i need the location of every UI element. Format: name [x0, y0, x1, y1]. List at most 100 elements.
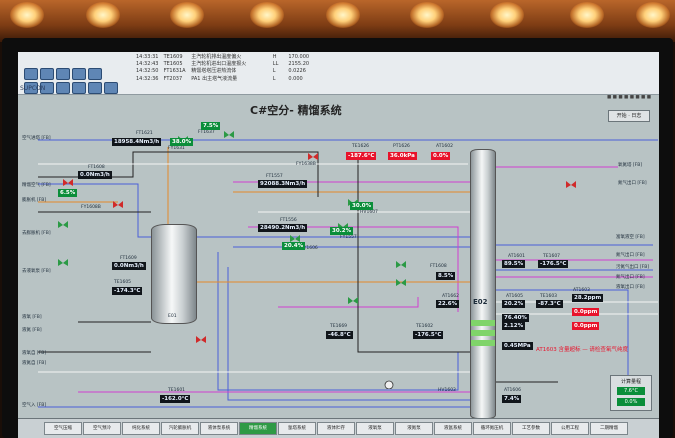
nav-phase2-distillation[interactable]: 二期精馏 [590, 422, 628, 435]
analyzer-value[interactable]: 0.0ppm [572, 308, 600, 316]
pressure-value[interactable]: 36.0kPa [388, 152, 417, 160]
tag-label: FT1608 [430, 264, 447, 269]
nav-turbo-expander[interactable]: 汽轮膨胀机 [161, 422, 199, 435]
pump-icon[interactable] [384, 380, 394, 389]
control-valve-icon[interactable] [58, 258, 68, 267]
nav-liquid-argon[interactable]: 液氩系统 [434, 422, 472, 435]
stream-label: 去膨胀机 [FB] [22, 231, 51, 236]
temperature-value[interactable]: -46.8°C [326, 331, 353, 339]
stream-label: 富氧液空 [FB] [616, 235, 645, 240]
control-valve-icon[interactable] [396, 260, 406, 269]
nav-liquid-storage[interactable]: 液体贮存 [317, 422, 355, 435]
analyzer-value[interactable]: 0.0% [431, 152, 451, 160]
tag-label: AT1605 [506, 294, 523, 299]
calc-value[interactable]: 7.6°C [617, 387, 645, 395]
nav-argon[interactable]: 氩塔系统 [278, 422, 316, 435]
control-valve-icon[interactable] [224, 130, 234, 139]
temperature-value[interactable]: -174.3°C [112, 287, 143, 295]
stream-label: 液氧 [FB] [22, 315, 42, 320]
nav-purification[interactable]: 纯化系统 [122, 422, 160, 435]
nav-recycle-compressor[interactable]: 循环氮压机 [473, 422, 511, 435]
nav-liquid-pump[interactable]: 液体泵系统 [200, 422, 238, 435]
control-valve-icon[interactable] [196, 335, 206, 344]
stream-label: 去液氧泵 [FB] [22, 269, 51, 274]
flow-value[interactable]: 0.0Nm3/h [78, 171, 112, 179]
flow-value[interactable]: 28490.2Nm3/h [258, 224, 308, 232]
analyzer-value[interactable]: 2.12% [502, 322, 526, 330]
nav-air-precooling[interactable]: 空气预冷 [83, 422, 121, 435]
ceiling-light [410, 2, 444, 28]
analyzer-value[interactable]: 20.2% [502, 300, 526, 308]
calc-range-panel[interactable]: 计算量程 7.6°C 0.0% [610, 375, 652, 411]
tag-label: TE1602 [416, 324, 434, 329]
alarm-warning-text: AT1603 含量超标 — 请检查氧气纯度 [536, 347, 628, 353]
tag-label: HV1603 [438, 388, 456, 393]
tag-label: FT1621 [136, 131, 153, 136]
valve-opening-value[interactable]: 6.5% [58, 189, 78, 197]
stream-label: 液氮自 [FB] [22, 361, 47, 366]
valve-opening-value[interactable]: 20.4% [282, 242, 306, 250]
control-valve-icon[interactable] [58, 220, 68, 229]
control-valve-icon[interactable] [308, 152, 318, 161]
temperature-value[interactable]: -162.0°C [160, 395, 191, 403]
temperature-value[interactable]: -176.5°C [538, 260, 569, 268]
nav-utilities[interactable]: 公用工程 [551, 422, 589, 435]
pressure-value[interactable]: 0.45MPa [502, 342, 533, 350]
stream-label: 膨胀机 [FB] [22, 198, 47, 203]
control-valve-icon[interactable] [113, 200, 123, 209]
tag-label: AT1603 [573, 288, 590, 293]
operation-log-button[interactable]: 开始 · 日志 [608, 110, 650, 122]
flow-value[interactable]: 0.0Nm3/h [112, 262, 146, 270]
tag-label: TE1603 [540, 294, 558, 299]
nav-distillation[interactable]: 精馏系统 [239, 422, 277, 435]
stream-label: 液氧出口 [FB] [616, 285, 645, 290]
valve-opening-value[interactable]: 30.2% [330, 227, 354, 235]
analyzer-value[interactable]: 0.0ppm [572, 322, 600, 330]
control-valve-icon[interactable] [348, 296, 358, 305]
stream-label: 氮气出口 [FB] [616, 275, 645, 280]
stream-label: 液氮 [FB] [22, 328, 42, 333]
calc-panel-title: 计算量程 [620, 379, 641, 385]
analyzer-value[interactable]: 89.5% [502, 260, 526, 268]
analyzer-value[interactable]: 28.2ppm [572, 294, 604, 302]
valve-opening-value[interactable]: 38.0% [170, 138, 194, 146]
tag-label: FY1631 [168, 146, 185, 151]
flow-value[interactable]: 92088.3Nm3/h [258, 180, 308, 188]
nav-lin-pump[interactable]: 液氮泵 [395, 422, 433, 435]
analyzer-value[interactable]: 76.40% [502, 314, 529, 322]
nav-air-compression[interactable]: 空气压缩 [44, 422, 82, 435]
tag-label: FT1609 [120, 256, 137, 261]
pipe [217, 252, 470, 391]
tag-label: TE1669 [330, 324, 348, 329]
ceiling-light [10, 2, 44, 28]
valve-opening-value[interactable]: 7.5% [201, 122, 221, 130]
analyzer-value[interactable]: 22.6% [436, 300, 460, 308]
temperature-value[interactable]: -187.6°C [346, 152, 377, 160]
tag-label: TE1601 [168, 388, 186, 393]
tag-label: FT1556 [280, 218, 297, 223]
valve-opening-value[interactable]: 30.0% [350, 202, 374, 210]
ceiling-light [170, 2, 204, 28]
control-valve-icon[interactable] [63, 178, 73, 187]
control-valve-icon[interactable] [566, 180, 576, 189]
tag-label: TE1607 [543, 254, 561, 259]
analyzer-value[interactable]: 7.4% [502, 395, 522, 403]
tag-label: AT1662 [442, 294, 459, 299]
temperature-value[interactable]: -176.5°C [413, 331, 444, 339]
distillation-column[interactable] [470, 149, 496, 419]
analyzer-value[interactable]: 8.5% [436, 272, 456, 280]
ceiling-light [326, 2, 360, 28]
tag-label: AT1606 [504, 388, 521, 393]
nav-process-params[interactable]: 工艺参数 [512, 422, 550, 435]
ceiling-light [636, 2, 670, 28]
condenser-tank[interactable] [151, 224, 197, 324]
flow-value[interactable]: 18958.4Nm3/h [112, 138, 162, 146]
tag-label: FY1608B [81, 205, 101, 210]
pipe [38, 183, 151, 238]
nav-lox-pump[interactable]: 液氧泵 [356, 422, 394, 435]
tag-label: PT1626 [393, 144, 410, 149]
calc-value[interactable]: 0.0% [617, 398, 645, 406]
stream-label: 精馏空气 [FB] [22, 183, 51, 188]
control-valve-icon[interactable] [396, 278, 406, 287]
temperature-value[interactable]: -87.3°C [536, 300, 563, 308]
